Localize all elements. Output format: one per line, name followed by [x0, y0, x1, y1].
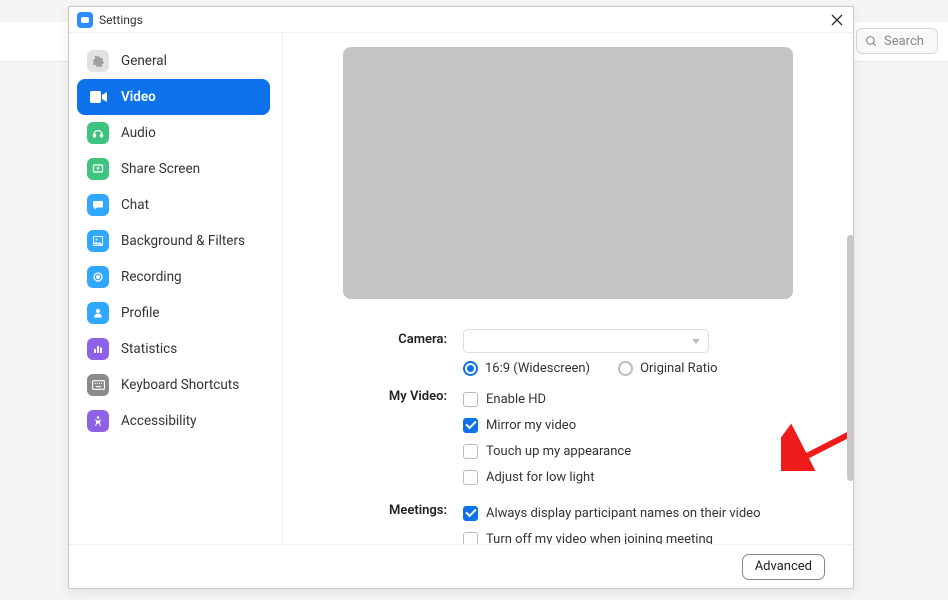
sidebar-item-label: General	[121, 53, 167, 69]
sidebar-item-label: Background & Filters	[121, 233, 245, 249]
close-button[interactable]	[829, 12, 845, 28]
checkbox-icon	[463, 470, 478, 485]
share-icon	[87, 158, 109, 180]
checkbox-display-participant-names[interactable]: Always display participant names on thei…	[463, 500, 797, 526]
video-icon	[87, 86, 109, 108]
zoom-logo-icon	[77, 12, 93, 28]
advanced-button-label: Advanced	[755, 559, 812, 574]
radio-label: Original Ratio	[640, 361, 718, 376]
a11y-icon	[87, 410, 109, 432]
sidebar-item-label: Statistics	[121, 341, 177, 357]
sidebar-item-label: Share Screen	[121, 161, 200, 177]
keyboard-icon	[87, 374, 109, 396]
sidebar-item-accessibility[interactable]: Accessibility	[77, 403, 270, 439]
checkbox-icon	[463, 392, 478, 407]
search-icon	[865, 35, 878, 48]
sidebar-item-label: Chat	[121, 197, 149, 213]
radio-label: 16:9 (Widescreen)	[485, 361, 590, 376]
checkbox-turn-off-video-on-join[interactable]: Turn off my video when joining meeting	[463, 526, 797, 544]
sidebar-item-statistics[interactable]: Statistics	[77, 331, 270, 367]
checkbox-icon	[463, 444, 478, 459]
sidebar-item-video[interactable]: Video	[77, 79, 270, 115]
sidebar-item-label: Recording	[121, 269, 182, 285]
sidebar-item-label: Accessibility	[121, 413, 197, 429]
checkbox-enable-hd[interactable]: Enable HD	[463, 386, 797, 412]
sidebar-item-label: Audio	[121, 125, 156, 141]
sidebar-item-keyboard-shortcuts[interactable]: Keyboard Shortcuts	[77, 367, 270, 403]
titlebar: Settings	[69, 7, 853, 33]
sidebar-item-profile[interactable]: Profile	[77, 295, 270, 331]
sidebar-item-audio[interactable]: Audio	[77, 115, 270, 151]
settings-window: Settings General Video	[68, 6, 854, 589]
content-panel: Camera: 16:9 (Widescreen) Original Ratio	[283, 33, 853, 544]
audio-icon	[87, 122, 109, 144]
checkbox-icon	[463, 418, 478, 433]
checkbox-label: Touch up my appearance	[486, 444, 631, 459]
checkbox-icon	[463, 506, 478, 521]
aspect-ratio-169[interactable]: 16:9 (Widescreen)	[463, 361, 590, 376]
sidebar-item-share-screen[interactable]: Share Screen	[77, 151, 270, 187]
checkbox-mirror-video[interactable]: Mirror my video	[463, 412, 797, 438]
checkbox-label: Always display participant names on thei…	[486, 506, 760, 521]
window-title: Settings	[99, 13, 143, 27]
close-icon	[831, 14, 843, 26]
radio-icon	[463, 361, 478, 376]
checkbox-label: Mirror my video	[486, 418, 576, 433]
checkbox-icon	[463, 532, 478, 545]
sidebar-item-label: Keyboard Shortcuts	[121, 377, 239, 393]
search-placeholder: Search	[884, 34, 924, 49]
footer: Advanced	[69, 544, 853, 588]
sidebar-item-label: Video	[121, 89, 156, 105]
camera-dropdown[interactable]	[463, 329, 709, 353]
scrollbar-thumb[interactable]	[847, 235, 854, 481]
checkbox-touch-up-appearance[interactable]: Touch up my appearance	[463, 438, 797, 464]
sidebar-item-general[interactable]: General	[77, 43, 270, 79]
sidebar-item-recording[interactable]: Recording	[77, 259, 270, 295]
sidebar-item-background-filters[interactable]: Background & Filters	[77, 223, 270, 259]
sidebar-item-chat[interactable]: Chat	[77, 187, 270, 223]
profile-icon	[87, 302, 109, 324]
bg-icon	[87, 230, 109, 252]
checkbox-label: Turn off my video when joining meeting	[486, 532, 713, 545]
checkbox-label: Enable HD	[486, 392, 546, 407]
sidebar-item-label: Profile	[121, 305, 160, 321]
checkbox-adjust-low-light[interactable]: Adjust for low light	[463, 464, 797, 490]
stats-icon	[87, 338, 109, 360]
camera-label: Camera:	[339, 329, 463, 376]
myvideo-label: My Video:	[339, 386, 463, 490]
radio-icon	[618, 361, 633, 376]
aspect-ratio-original[interactable]: Original Ratio	[618, 361, 718, 376]
checkbox-label: Adjust for low light	[486, 470, 594, 485]
settings-sidebar: General Video Audio Share Screen	[69, 33, 283, 544]
meetings-label: Meetings:	[339, 500, 463, 544]
record-icon	[87, 266, 109, 288]
chat-icon	[87, 194, 109, 216]
search-input[interactable]: Search	[856, 28, 938, 54]
advanced-button[interactable]: Advanced	[742, 554, 825, 580]
video-preview	[343, 47, 793, 299]
gear-icon	[87, 50, 109, 72]
